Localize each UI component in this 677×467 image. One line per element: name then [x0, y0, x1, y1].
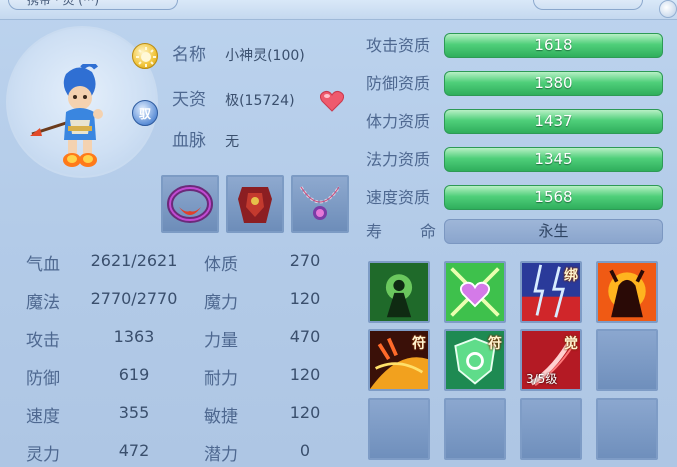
ride-badge[interactable]: 驭 [132, 100, 158, 126]
stat-value-left-2: 1363 [113, 327, 155, 346]
right-tab[interactable] [533, 0, 643, 10]
skill-level: 3/5级 [526, 372, 558, 386]
aptitude-bar-2: 1437 [444, 109, 663, 134]
talent-row: 天资 极(15724) [172, 87, 295, 113]
name-row: 名称 小神灵(100) [172, 42, 305, 68]
skill-slot-4[interactable]: 符 [368, 329, 430, 391]
stat-value-left-5: 472 [118, 441, 150, 460]
skill-tag: 觉 [564, 336, 578, 352]
necklace-equipment[interactable] [291, 175, 349, 233]
heart-shield-icon [446, 263, 504, 321]
life-label-2: 命 [420, 222, 437, 241]
pet-list-tab[interactable]: 携带 · 灵 (···) [8, 0, 178, 10]
sun-icon [136, 47, 156, 67]
sun-badge[interactable] [132, 43, 158, 69]
stat-value-right-3: 120 [289, 365, 321, 384]
stat-label-right-1: 魔力 [204, 293, 238, 313]
stat-label-right-5: 潜力 [204, 445, 238, 465]
bloodline-row: 血脉 无 [172, 128, 239, 154]
stat-value-right-0: 270 [289, 251, 321, 270]
necklace-icon [299, 186, 341, 220]
armor-equipment[interactable] [226, 175, 284, 233]
aptitude-bar-3: 1345 [444, 147, 663, 172]
aptitude-label-0: 攻击资质 [366, 36, 431, 55]
demon-rage-icon [598, 263, 656, 321]
aptitude-label-1: 防御资质 [366, 74, 431, 93]
aptitude-bar-1: 1380 [444, 71, 663, 96]
stat-value-right-5: 0 [299, 441, 311, 460]
life-value-bar: 永生 [444, 219, 663, 244]
skill-slot-7[interactable] [596, 329, 658, 391]
aptitude-bar-4: 1568 [444, 185, 663, 210]
stat-value-right-2: 470 [289, 327, 321, 346]
stat-value-left-0: 2621/2621 [90, 251, 178, 270]
stat-label-left-4: 速度 [26, 407, 60, 427]
heart-icon[interactable] [319, 90, 345, 116]
aptitude-bar-0: 1618 [444, 33, 663, 58]
name-value[interactable]: 小神灵(100) [225, 43, 305, 69]
stat-label-right-3: 耐力 [204, 369, 238, 389]
skill-slot-0[interactable] [368, 261, 430, 323]
corner-orb-icon[interactable] [659, 0, 677, 18]
skill-slot-1[interactable] [444, 261, 506, 323]
aptitude-label-4: 速度资质 [366, 188, 431, 207]
stat-label-left-1: 魔法 [26, 293, 60, 313]
stat-value-left-4: 355 [118, 403, 150, 422]
skill-slot-6[interactable]: 觉 3/5级 [520, 329, 582, 391]
talent-label: 天资 [172, 90, 206, 110]
stat-label-right-0: 体质 [204, 255, 238, 275]
skill-slot-3[interactable] [596, 261, 658, 323]
talent-value: 极(15724) [225, 93, 295, 109]
stat-value-right-1: 120 [289, 289, 321, 308]
stat-label-left-3: 防御 [26, 369, 60, 389]
stat-value-left-3: 619 [118, 365, 150, 384]
stat-label-left-2: 攻击 [26, 331, 60, 351]
collar-icon [167, 185, 213, 223]
stat-label-left-5: 灵力 [26, 445, 60, 465]
stat-value-right-4: 120 [289, 403, 321, 422]
bloodline-value: 无 [225, 134, 240, 150]
aptitude-label-2: 体力资质 [366, 112, 431, 131]
skill-slot-5[interactable]: 符 [444, 329, 506, 391]
shadow-warrior-icon [370, 263, 428, 321]
stat-label-left-0: 气血 [26, 255, 60, 275]
skill-tag: 符 [412, 336, 426, 352]
bloodline-label: 血脉 [172, 131, 206, 151]
stat-label-right-2: 力量 [204, 331, 238, 351]
skill-slot-8[interactable] [368, 398, 430, 460]
pet-sprite-icon [30, 64, 103, 167]
skill-slot-11[interactable] [596, 398, 658, 460]
skill-tag: 符 [488, 336, 502, 352]
armor-icon [238, 187, 272, 223]
aptitude-label-3: 法力资质 [366, 150, 431, 169]
stat-label-right-4: 敏捷 [204, 407, 238, 427]
stat-value-left-1: 2770/2770 [90, 289, 178, 308]
name-label: 名称 [172, 45, 206, 65]
skill-tag: 绑 [564, 268, 578, 284]
skill-slot-9[interactable] [444, 398, 506, 460]
skill-slot-10[interactable] [520, 398, 582, 460]
skill-slot-2[interactable]: 绑 [520, 261, 582, 323]
collar-equipment[interactable] [161, 175, 219, 233]
life-label-1: 寿 [366, 222, 383, 241]
